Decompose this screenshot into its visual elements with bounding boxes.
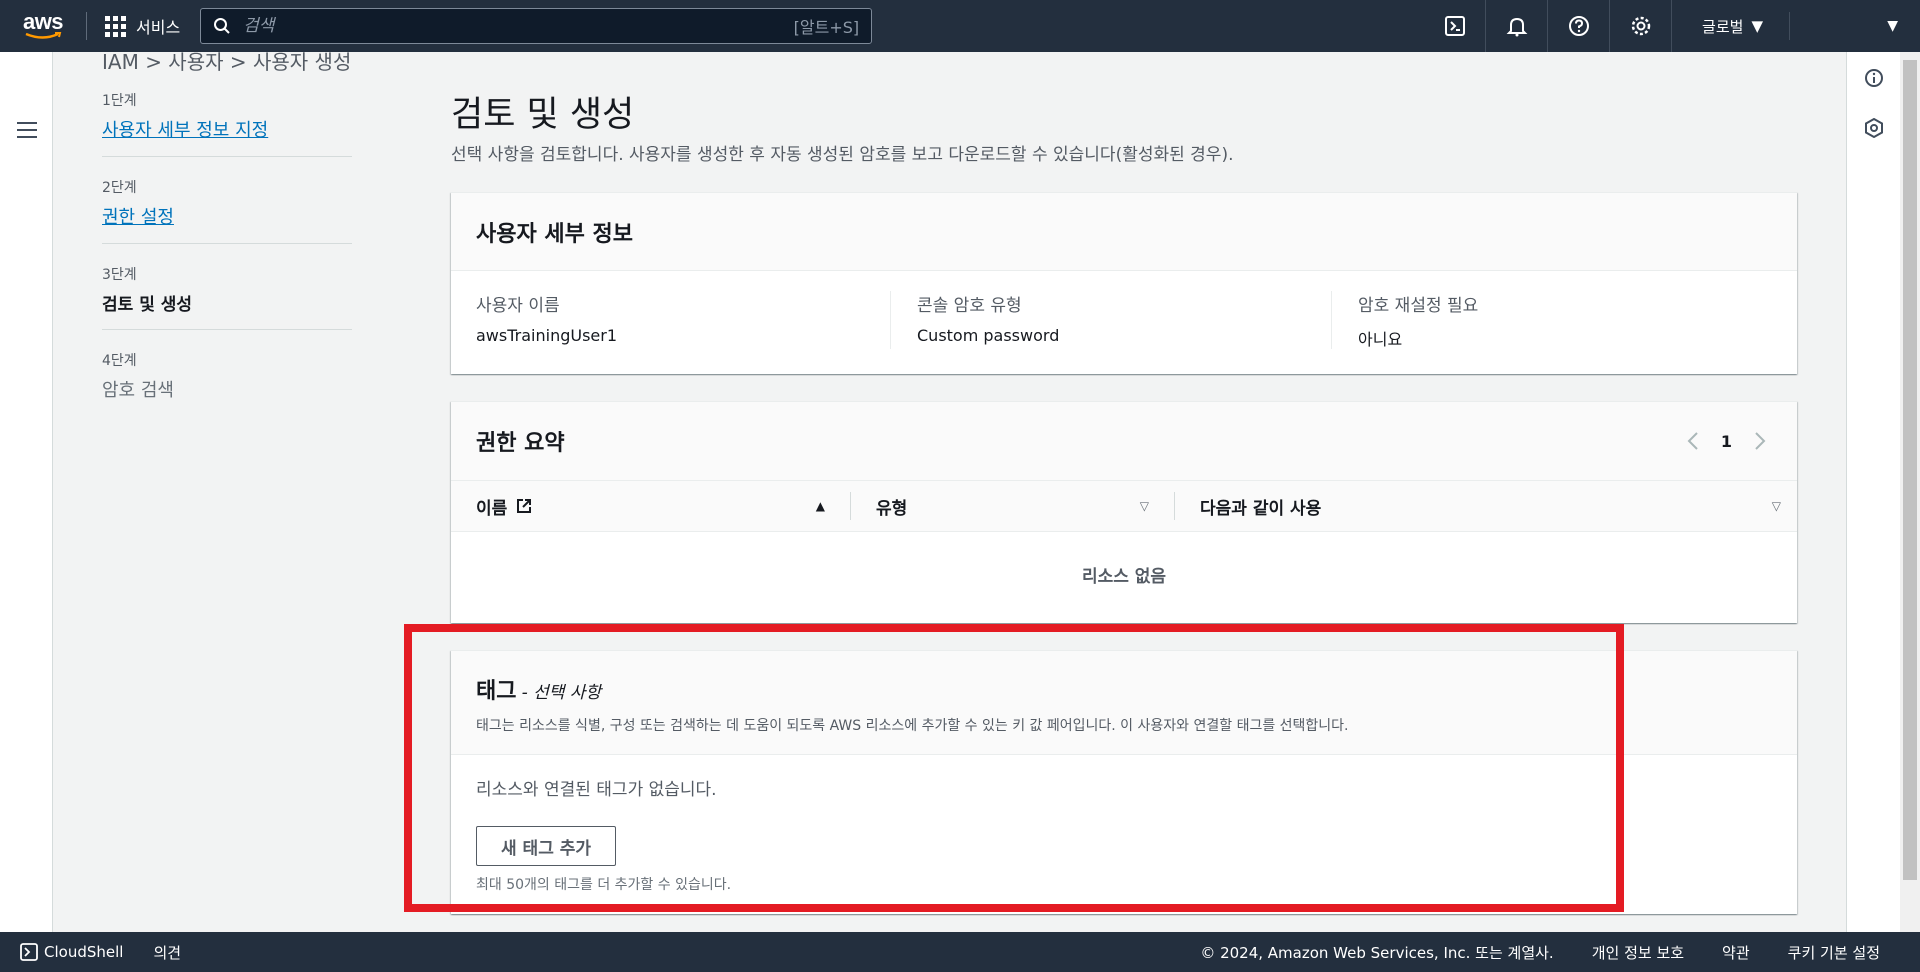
card-header: 권한 요약 1 [451,402,1797,480]
page-number[interactable]: 1 [1721,432,1732,451]
field-username: 사용자 이름 awsTrainingUser1 [476,291,891,349]
search-shortcut: [알트+S] [793,18,860,37]
step-number: 1단계 [102,93,137,109]
grid-icon [105,15,126,37]
bell-icon [1506,17,1527,37]
step-number: 4단계 [102,353,137,369]
step-link-user-details[interactable]: 사용자 세부 정보 지정 [102,116,352,142]
step-number: 3단계 [102,267,137,283]
region-selector[interactable]: 글로벌 ▼ [1672,12,1790,40]
column-label: 다음과 같이 사용 [1200,498,1322,519]
caret-down-icon: ▼ [1751,17,1763,35]
field-value: awsTrainingUser1 [476,326,618,345]
breadcrumb: IAM > 사용자 > 사용자 생성 [102,46,351,74]
info-icon[interactable] [1864,68,1884,88]
cloudshell-button[interactable]: CloudShell [20,943,123,961]
field-console-password-type: 콘솔 암호 유형 Custom password [917,291,1332,349]
column-label: 유형 [876,498,908,519]
external-link-icon [517,499,532,513]
step-disabled-password: 암호 검색 [102,380,174,401]
top-navigation: aws 서비스 [알트+S] [0,0,1920,52]
terms-link[interactable]: 약관 [1722,942,1750,963]
column-label: 이름 [476,498,508,519]
step-number: 2단계 [102,180,137,196]
help-icon [1568,16,1589,36]
right-tools-rail [1846,52,1900,932]
chevron-right-icon[interactable] [1754,431,1766,451]
sort-icon: ▽ [1771,499,1781,513]
card-header: 사용자 세부 정보 [451,193,1797,271]
optional-label: - 선택 사항 [521,683,602,703]
step-link-permissions[interactable]: 권한 설정 [102,203,352,229]
sort-icon: ▽ [1139,499,1149,513]
card-body: 리소스와 연결된 태그가 없습니다. 새 태그 추가 최대 50개의 태그를 더… [451,755,1797,914]
aws-logo[interactable]: aws [0,8,86,40]
no-tags-message: 리소스와 연결된 태그가 없습니다. [476,780,717,800]
cloudshell-nav-button[interactable] [1424,0,1487,52]
column-header-name[interactable]: 이름 ▲ [451,492,851,520]
field-value: Custom password [917,326,1060,345]
region-label: 글로벌 [1702,17,1744,36]
add-new-tag-button[interactable]: 새 태그 추가 [476,826,617,866]
wizard-step-2: 2단계 권한 설정 [102,157,352,244]
key-value-list: 사용자 이름 awsTrainingUser1 콘솔 암호 유형 Custom … [451,271,1797,349]
wizard-step-3: 3단계 검토 및 생성 [102,244,352,330]
copyright-text: © 2024, Amazon Web Services, Inc. 또는 계열사… [1200,943,1554,962]
breadcrumb-text[interactable]: IAM > 사용자 > 사용자 생성 [102,50,351,74]
table-header: 이름 ▲ 유형 ▽ 다음과 같이 사용 ▽ [451,480,1797,532]
hamburger-menu-icon[interactable] [17,122,37,143]
help-button[interactable] [1548,0,1611,52]
footer: CloudShell 의견 © 2024, Amazon Web Service… [0,932,1920,972]
gear-icon [1631,16,1650,36]
settings-button[interactable] [1610,0,1673,52]
wizard-step-4: 4단계 암호 검색 [102,330,352,416]
card-description: 태그는 리소스를 식별, 구성 또는 검색하는 데 도움이 되도록 AWS 리소… [476,718,1349,734]
field-value: 아니요 [1358,330,1403,349]
search-box[interactable]: [알트+S] [200,8,873,44]
services-menu-button[interactable]: 서비스 [87,14,200,38]
notifications-button[interactable] [1486,0,1549,52]
terminal-icon [1444,16,1465,36]
footer-left: CloudShell 의견 [0,942,181,963]
tags-card: 태그 - 선택 사항 태그는 리소스를 식별, 구성 또는 검색하는 데 도움이… [451,650,1797,914]
card-header: 태그 - 선택 사항 태그는 리소스를 식별, 구성 또는 검색하는 데 도움이… [451,651,1797,755]
step-current-review: 검토 및 생성 [102,295,193,315]
hexagon-icon[interactable] [1864,118,1884,138]
side-navigation-strip [0,52,53,932]
footer-right: © 2024, Amazon Web Services, Inc. 또는 계열사… [1200,942,1880,963]
scrollbar-thumb[interactable] [1903,60,1917,880]
account-menu[interactable]: ▼ [1790,18,1920,34]
privacy-link[interactable]: 개인 정보 보호 [1592,942,1684,963]
card-title: 태그 [476,679,517,704]
tag-limit-hint: 최대 50개의 태그를 더 추가할 수 있습니다. [476,877,732,893]
field-label: 콘솔 암호 유형 [917,296,1022,316]
aws-logo-text: aws [22,8,64,34]
nav-right-group: 글로벌 ▼ ▼ [1424,0,1920,52]
page-title: 검토 및 생성 [451,95,635,135]
terminal-icon [20,943,38,961]
chevron-left-icon[interactable] [1687,431,1699,451]
user-details-card: 사용자 세부 정보 사용자 이름 awsTrainingUser1 콘솔 암호 … [451,192,1797,374]
wizard-steps: IAM > 사용자 > 사용자 생성 1단계 사용자 세부 정보 지정 2단계 … [102,50,352,416]
column-header-type[interactable]: 유형 ▽ [851,492,1175,520]
services-label: 서비스 [136,18,181,37]
empty-state: 리소스 없음 [1081,567,1167,587]
permissions-summary-card: 권한 요약 1 이름 ▲ 유형 ▽ 다음과 같이 사용 ▽ 리소스 없음 [451,401,1797,623]
page-description: 선택 사항을 검토합니다. 사용자를 생성한 후 자동 생성된 암호를 보고 다… [451,145,1234,165]
cookie-preferences-link[interactable]: 쿠키 기본 설정 [1788,942,1880,963]
search-input[interactable] [243,16,794,36]
feedback-link[interactable]: 의견 [153,942,181,963]
field-password-reset: 암호 재설정 필요 아니요 [1358,291,1772,349]
caret-down-icon: ▼ [1887,18,1898,34]
field-label: 사용자 이름 [476,296,560,316]
search-icon [214,18,230,34]
cloudshell-label: CloudShell [44,943,124,961]
card-title: 사용자 세부 정보 [476,221,633,247]
pagination: 1 [1687,431,1766,451]
column-header-used-as[interactable]: 다음과 같이 사용 ▽ [1175,492,1797,520]
card-title: 권한 요약 [476,431,565,456]
sort-ascending-icon: ▲ [815,499,825,513]
field-label: 암호 재설정 필요 [1358,296,1479,316]
